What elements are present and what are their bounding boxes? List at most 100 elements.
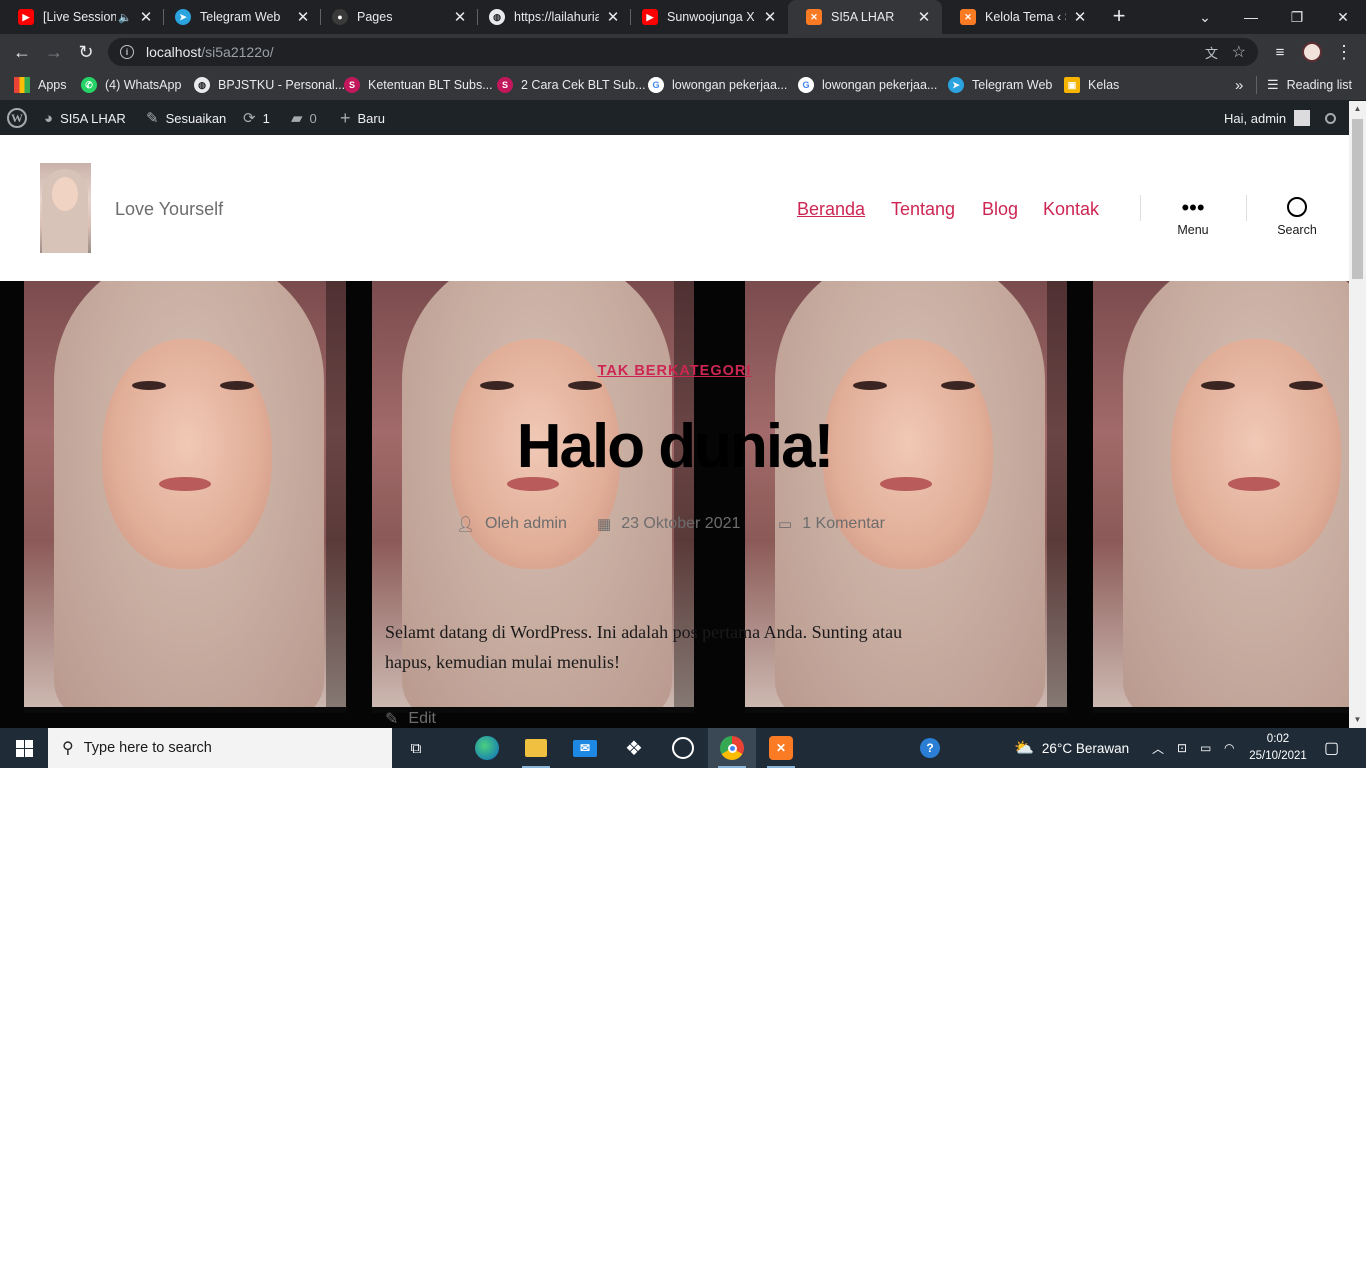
close-icon[interactable]: ✕ <box>762 9 778 26</box>
kebab-menu-icon[interactable]: ⋮ <box>1332 40 1356 64</box>
post-title[interactable]: Halo dunia! <box>0 411 1349 482</box>
wp-new[interactable]: + Baru <box>340 101 385 135</box>
header-divider <box>1246 195 1247 221</box>
tab-search-chevron-icon[interactable]: ⌄ <box>1182 0 1228 34</box>
site-header: Love Yourself Beranda Tentang Blog Konta… <box>0 135 1349 281</box>
minimize-button[interactable]: — <box>1228 0 1274 34</box>
tab-title: SI5A LHAR <box>831 10 895 24</box>
tab-lailahurian[interactable]: ◍ https://lailahurian ✕ <box>471 0 631 34</box>
vertical-scrollbar[interactable]: ▲ ▼ <box>1349 101 1366 728</box>
nav-beranda[interactable]: Beranda <box>797 199 865 220</box>
forward-arrow-icon[interactable]: → <box>42 40 66 64</box>
bookmark-telegram[interactable]: ➤ Telegram Web <box>948 76 1052 94</box>
search-icon[interactable] <box>1325 101 1336 135</box>
wifi-icon[interactable]: ◠ <box>1224 728 1234 768</box>
scroll-up-arrow-icon[interactable]: ▲ <box>1349 101 1366 117</box>
bookmark-apps[interactable]: Apps <box>14 76 67 94</box>
post-author[interactable]: 👤︎ Oleh admin <box>456 515 567 533</box>
tab-telegram[interactable]: ➤ Telegram Web ✕ <box>157 0 321 34</box>
notifications-icon[interactable]: ▢ <box>1324 728 1339 768</box>
bookmark-whatsapp[interactable]: ✆ (4) WhatsApp <box>81 76 181 94</box>
close-window-button[interactable]: ✕ <box>1320 0 1366 34</box>
weather-widget[interactable]: ⛅ 26°C Berawan <box>1014 728 1129 768</box>
post-category[interactable]: TAK BERKATEGORI <box>598 363 752 379</box>
close-icon[interactable]: ✕ <box>295 9 311 26</box>
reload-icon[interactable]: ↻ <box>74 40 98 64</box>
taskbar-clock[interactable]: 0:02 25/10/2021 <box>1242 731 1314 765</box>
site-title[interactable]: Love Yourself <box>115 199 223 220</box>
task-view-icon[interactable]: ⧉ <box>392 728 440 768</box>
post-comments-label: 1 Komentar <box>802 515 885 532</box>
bookmark-bpjstku[interactable]: ◍ BPJSTKU - Personal... <box>194 76 345 94</box>
star-bookmark-icon[interactable]: ☆ <box>1232 42 1246 62</box>
tab-live-session[interactable]: ▶ [Live Session 🔈 ✕ <box>0 0 164 34</box>
bookmark-cara-cek-blt[interactable]: S 2 Cara Cek BLT Sub... <box>497 76 646 94</box>
speaker-icon[interactable]: 🔈 <box>118 11 132 24</box>
meet-now-icon[interactable]: ⊡ <box>1177 728 1187 768</box>
windows-start-icon[interactable] <box>0 728 48 768</box>
scrollbar-thumb[interactable] <box>1352 119 1363 279</box>
file-explorer-icon[interactable] <box>512 728 560 768</box>
pencil-icon: ✎ <box>385 711 399 728</box>
more-bookmarks-chevron-icon[interactable]: » <box>1235 76 1243 94</box>
site-info-icon[interactable]: i <box>120 45 134 59</box>
close-icon[interactable]: ✕ <box>1072 9 1088 26</box>
wp-comments[interactable]: ▰ 0 <box>291 101 317 135</box>
close-icon[interactable]: ✕ <box>138 9 154 26</box>
mail-icon[interactable]: ✉ <box>561 728 609 768</box>
wordpress-logo-icon[interactable]: W <box>7 101 27 135</box>
dropbox-icon[interactable]: ❖ <box>610 728 658 768</box>
taskbar-search-input[interactable]: ⚲ Type here to search <box>48 728 392 768</box>
post-edit-link[interactable]: ✎ Edit <box>385 709 436 728</box>
battery-icon[interactable]: ▭ <box>1200 728 1211 768</box>
scroll-down-arrow-icon[interactable]: ▼ <box>1349 712 1366 728</box>
nav-blog[interactable]: Blog <box>982 199 1018 220</box>
post-hero: TAK BERKATEGORI Halo dunia! 👤︎ Oleh admi… <box>0 281 1349 728</box>
address-bar[interactable]: i localhost/si5a2122o/ 文 ☆ <box>108 38 1258 66</box>
close-icon[interactable]: ✕ <box>452 9 468 26</box>
reading-list-button[interactable]: ☰ Reading list <box>1256 76 1352 94</box>
post-date[interactable]: ▦ 23 Oktober 2021 <box>597 515 740 533</box>
weather-text: 26°C Berawan <box>1041 740 1130 756</box>
restore-button[interactable]: ❐ <box>1274 0 1320 34</box>
search-toggle-button[interactable]: Search <box>1257 193 1337 237</box>
webpage: Love Yourself Beranda Tentang Blog Konta… <box>0 135 1349 728</box>
wp-customize[interactable]: ✎ Sesuaikan <box>146 101 226 135</box>
bookmark-lowongan-2[interactable]: G lowongan pekerjaa... <box>798 76 937 94</box>
show-hidden-icons-chevron-icon[interactable]: ︿ <box>1152 728 1164 768</box>
tab-kelola-tema[interactable]: ✕ Kelola Tema ‹ SI5 ✕ <box>942 0 1098 34</box>
browser-toolbar: ← → ↻ i localhost/si5a2122o/ 文 ☆ ≡ ⋮ <box>0 34 1366 70</box>
bookmark-kelas[interactable]: ▣ Kelas <box>1064 76 1119 94</box>
bookmarks-bar: Apps ✆ (4) WhatsApp ◍ BPJSTKU - Personal… <box>0 70 1366 101</box>
tab-si5a-lhar[interactable]: ✕ SI5A LHAR ✕ <box>788 0 942 34</box>
menu-toggle-button[interactable]: ••• Menu <box>1153 193 1233 237</box>
search-icon: ⚲ <box>62 740 74 757</box>
wp-updates[interactable]: ⟳ 1 <box>243 101 270 135</box>
xampp-icon[interactable]: ✕ <box>757 728 805 768</box>
profile-avatar[interactable] <box>1300 40 1324 64</box>
bookmark-lowongan-1[interactable]: G lowongan pekerjaa... <box>648 76 787 94</box>
tab-sunwoojunga[interactable]: ▶ Sunwoojunga X ( ✕ <box>624 0 788 34</box>
tab-pages[interactable]: ● Pages ✕ <box>314 0 478 34</box>
site-logo[interactable] <box>40 163 91 253</box>
edge-icon[interactable] <box>463 728 511 768</box>
new-tab-button[interactable]: + <box>1108 5 1130 28</box>
github-icon: ● <box>332 9 348 25</box>
media-queue-icon[interactable]: ≡ <box>1268 40 1292 64</box>
clock-date: 25/10/2021 <box>1249 750 1307 762</box>
back-arrow-icon[interactable]: ← <box>10 40 34 64</box>
nav-kontak[interactable]: Kontak <box>1043 199 1099 220</box>
github-desktop-icon[interactable] <box>659 728 707 768</box>
close-icon[interactable]: ✕ <box>916 9 932 26</box>
post-comments[interactable]: ▭ 1 Komentar <box>778 515 885 533</box>
chrome-icon[interactable] <box>708 728 756 768</box>
wp-account[interactable]: Hai, admin <box>1224 101 1311 135</box>
close-icon[interactable]: ✕ <box>605 9 621 26</box>
translate-icon[interactable]: 文 <box>1205 43 1218 62</box>
nav-tentang[interactable]: Tentang <box>891 199 955 220</box>
bookmark-label: BPJSTKU - Personal... <box>218 78 346 92</box>
wp-site-name[interactable]: ◕ SI5A LHAR <box>44 101 126 135</box>
help-icon[interactable]: ? <box>920 728 940 768</box>
bookmark-ketentuan-blt[interactable]: S Ketentuan BLT Subs... <box>344 76 493 94</box>
url-path: /si5a2122o/ <box>201 44 274 60</box>
